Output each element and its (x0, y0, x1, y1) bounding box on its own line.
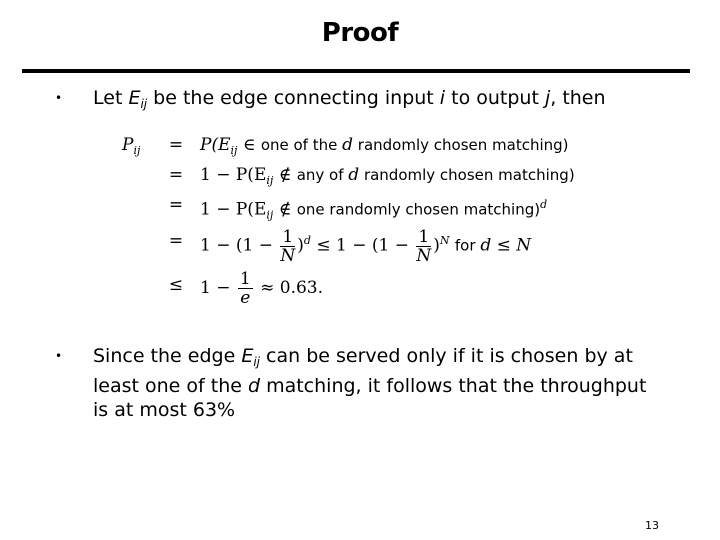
denominator: N (280, 245, 296, 266)
text: randomly chosen matching) (359, 166, 575, 184)
text: be the edge connecting input (147, 87, 440, 109)
relation: = (168, 195, 184, 215)
text: any of (296, 166, 349, 184)
fraction: 1N (280, 228, 296, 266)
title-divider (22, 69, 690, 73)
superscript: N (439, 234, 450, 247)
fraction: 1N (416, 228, 432, 266)
numerator: 1 (416, 228, 432, 247)
relation: = (168, 135, 184, 155)
text: Since the edge (93, 345, 242, 367)
numerator: 1 (237, 269, 253, 289)
fraction: 1e (237, 269, 253, 308)
superscript: d (540, 198, 548, 211)
condition: d ≤ N (480, 235, 532, 256)
operator: ∉ (273, 165, 297, 185)
relation: ≤ (168, 275, 184, 295)
subscript: ij (253, 355, 261, 369)
relation: = (168, 231, 184, 251)
var-d: d (348, 165, 360, 185)
operator: ∉ (273, 199, 297, 220)
lhs-var: P (122, 135, 134, 155)
expr: ≤ 1 − (1 − (310, 235, 415, 256)
text: for (454, 236, 481, 255)
var-d: d (342, 135, 354, 155)
text: one randomly chosen matching) (296, 200, 541, 219)
text: , then (550, 87, 606, 109)
bullet-marker: • (55, 349, 63, 363)
expr: 1 − (1 − (200, 235, 279, 256)
subscript: ij (133, 144, 141, 157)
expr: 1 − (200, 278, 236, 298)
operator: ∈ (237, 135, 261, 155)
text: to output (445, 87, 545, 109)
text: one of the (260, 136, 343, 154)
text: randomly chosen matching) (353, 136, 569, 154)
expr: 1 − P(E (200, 165, 267, 185)
page-number: 13 (645, 519, 659, 532)
bullet-2-text: Since the edge Eij can be served only if… (93, 344, 653, 422)
expr: P(E (200, 135, 231, 155)
numerator: 1 (280, 228, 296, 247)
expr: 1 − P(E (200, 199, 267, 220)
denominator: e (240, 288, 251, 308)
bullet-1-text: Let Eij be the edge connecting input i t… (93, 86, 606, 116)
slide-title: Proof (321, 18, 399, 48)
denominator: N (416, 245, 432, 266)
superscript: d (303, 234, 311, 247)
bullet-marker: • (55, 91, 63, 105)
var-e: E (128, 87, 141, 109)
var-d: d (247, 375, 261, 397)
expr: ≈ 0.63. (254, 278, 324, 298)
relation: = (168, 165, 184, 185)
text: Let (93, 87, 129, 109)
var-e: E (241, 345, 254, 367)
